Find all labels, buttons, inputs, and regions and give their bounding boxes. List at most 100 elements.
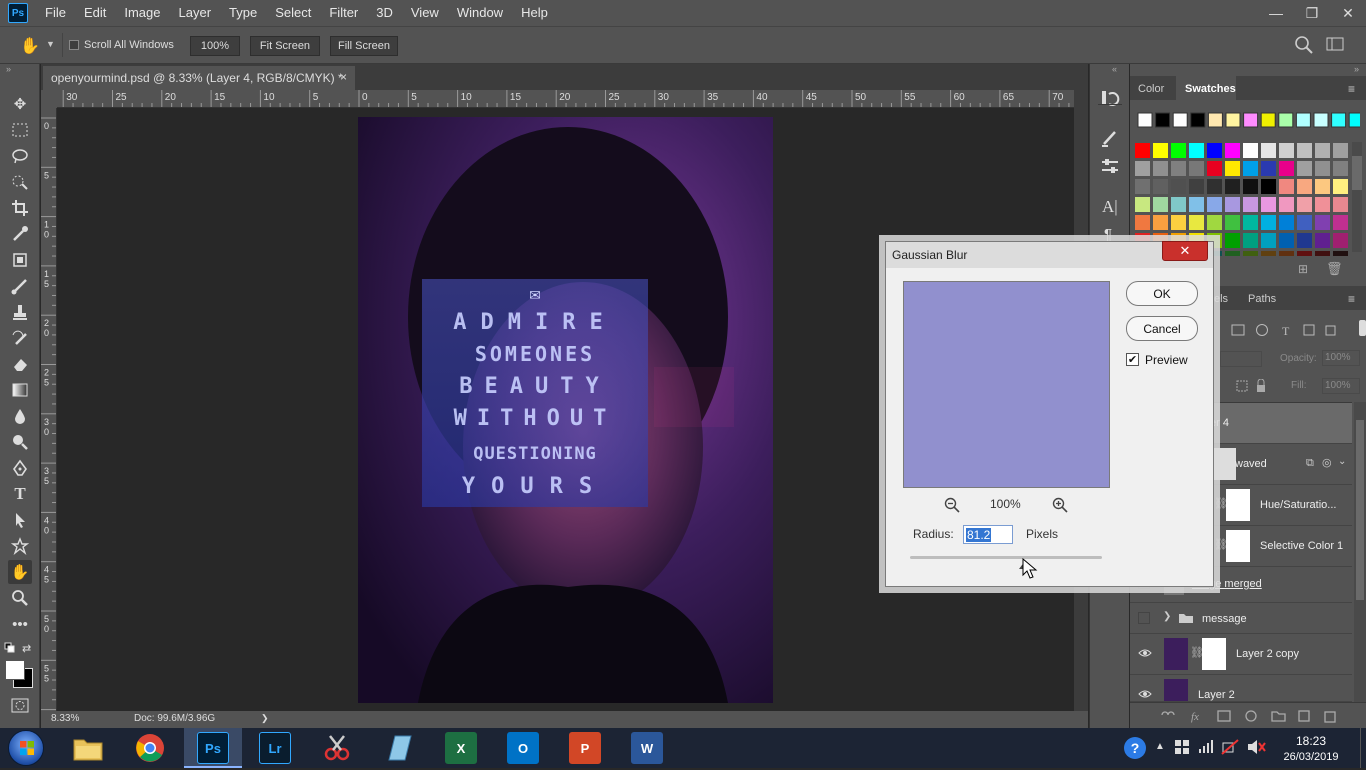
swatch[interactable] xyxy=(1279,161,1294,176)
layer-row-layer2[interactable]: Layer 2 xyxy=(1130,675,1352,702)
swatch[interactable] xyxy=(1171,143,1186,158)
expand-group-icon[interactable]: ❯ xyxy=(1163,611,1171,622)
menu-select[interactable]: Select xyxy=(266,0,320,26)
swatch[interactable] xyxy=(1207,112,1223,128)
ok-button[interactable]: OK xyxy=(1126,281,1198,306)
collapse-panels-icon[interactable]: » xyxy=(1354,64,1359,74)
swatch[interactable] xyxy=(1189,179,1204,194)
swatch[interactable] xyxy=(1279,215,1294,230)
swatch[interactable] xyxy=(1243,251,1258,256)
swatch[interactable] xyxy=(1135,179,1150,194)
swatch[interactable] xyxy=(1279,251,1294,256)
swatch[interactable] xyxy=(1297,179,1312,194)
swatch[interactable] xyxy=(1153,143,1168,158)
panel-menu-icon[interactable]: ≡ xyxy=(1348,82,1355,96)
menu-filter[interactable]: Filter xyxy=(320,0,367,26)
shape-tool-icon[interactable] xyxy=(8,534,32,558)
swatch[interactable] xyxy=(1315,215,1330,230)
swatch[interactable] xyxy=(1171,179,1186,194)
crop-tool-icon[interactable] xyxy=(8,196,32,220)
pen-tool-icon[interactable] xyxy=(8,456,32,480)
swatch[interactable] xyxy=(1207,215,1222,230)
network-icon[interactable] xyxy=(1174,739,1190,758)
swatch[interactable] xyxy=(1297,161,1312,176)
marquee-tool-icon[interactable] xyxy=(8,118,32,142)
swatch[interactable] xyxy=(1207,143,1222,158)
hand-tool-icon[interactable]: ✋ xyxy=(20,36,40,56)
swatch[interactable] xyxy=(1297,251,1312,256)
layers-scrollbar[interactable] xyxy=(1354,402,1366,702)
swatch[interactable] xyxy=(1225,143,1240,158)
swap-colors-icon[interactable]: ⇄ xyxy=(22,642,31,655)
cancel-button[interactable]: Cancel xyxy=(1126,316,1198,341)
menu-view[interactable]: View xyxy=(402,0,448,26)
swatch[interactable] xyxy=(1297,233,1312,248)
preview-checkbox[interactable]: ✔ xyxy=(1126,353,1139,366)
swatches-scrollbar[interactable] xyxy=(1352,142,1362,252)
fit-screen-button[interactable]: Fit Screen xyxy=(250,36,320,56)
clock-time[interactable]: 18:23 xyxy=(1279,734,1343,748)
gradient-tool-icon[interactable] xyxy=(8,378,32,402)
dodge-tool-icon[interactable] xyxy=(8,430,32,454)
layer-filter-toggle[interactable] xyxy=(1359,320,1366,336)
opacity-input[interactable]: 100% xyxy=(1322,350,1360,366)
lightroom-taskbar-icon[interactable]: Lr xyxy=(259,732,291,764)
close-window-button[interactable]: ✕ xyxy=(1330,0,1366,26)
swatch[interactable] xyxy=(1333,143,1348,158)
lasso-tool-icon[interactable] xyxy=(8,144,32,168)
swatch[interactable] xyxy=(1171,197,1186,212)
volume-muted-icon[interactable] xyxy=(1246,739,1266,758)
menu-file[interactable]: File xyxy=(36,0,75,26)
swatch[interactable] xyxy=(1189,161,1204,176)
swatch[interactable] xyxy=(1261,179,1276,194)
document-image[interactable]: ✉ ADMIRE SOMEONES BEAUTY WITHOUT QUESTIO… xyxy=(358,117,773,703)
maximize-button[interactable]: ❐ xyxy=(1294,0,1330,26)
swatch[interactable] xyxy=(1333,215,1348,230)
search-icon[interactable] xyxy=(1294,35,1314,58)
outlook-taskbar-icon[interactable]: O xyxy=(507,732,539,764)
swatch[interactable] xyxy=(1333,251,1348,256)
swatch[interactable] xyxy=(1155,112,1171,128)
swatch[interactable] xyxy=(1135,197,1150,212)
eyedropper-tool-icon[interactable] xyxy=(8,222,32,246)
swatch[interactable] xyxy=(1243,215,1258,230)
fill-screen-button[interactable]: Fill Screen xyxy=(330,36,398,56)
foreground-color-swatch[interactable] xyxy=(5,660,25,680)
swatch[interactable] xyxy=(1243,161,1258,176)
path-select-tool-icon[interactable] xyxy=(8,508,32,532)
swatch[interactable] xyxy=(1243,197,1258,212)
layer-row-message-group[interactable]: ❯ message xyxy=(1130,603,1352,634)
swatch[interactable] xyxy=(1333,161,1348,176)
swatch[interactable] xyxy=(1315,143,1330,158)
swatch[interactable] xyxy=(1153,179,1168,194)
zoom-100-button[interactable]: 100% xyxy=(190,36,240,56)
swatch[interactable] xyxy=(1279,197,1294,212)
swatch[interactable] xyxy=(1207,179,1222,194)
swatch[interactable] xyxy=(1297,197,1312,212)
swatch[interactable] xyxy=(1153,215,1168,230)
excel-taskbar-icon[interactable]: X xyxy=(445,732,477,764)
swatch[interactable] xyxy=(1225,197,1240,212)
brush-tool-icon[interactable] xyxy=(8,274,32,298)
blend-mode-select[interactable] xyxy=(1220,351,1262,367)
swatch[interactable] xyxy=(1189,143,1204,158)
zoom-in-icon[interactable] xyxy=(1052,497,1068,516)
swatch[interactable] xyxy=(1135,161,1150,176)
delete-swatch-icon[interactable]: 🗑 xyxy=(1326,261,1343,277)
zoom-level[interactable]: 8.33% xyxy=(51,713,79,724)
powerpoint-taskbar-icon[interactable]: P xyxy=(569,732,601,764)
brush-settings-icon[interactable] xyxy=(1100,128,1120,151)
menu-3d[interactable]: 3D xyxy=(367,0,402,26)
swatch[interactable] xyxy=(1297,143,1312,158)
swatches-grid[interactable] xyxy=(1134,110,1360,256)
close-tab-icon[interactable]: × xyxy=(340,70,347,84)
swatch[interactable] xyxy=(1315,161,1330,176)
workspace-icon[interactable] xyxy=(1326,36,1344,55)
notepad-taskbar-icon[interactable] xyxy=(383,732,415,764)
menu-image[interactable]: Image xyxy=(115,0,169,26)
swatch[interactable] xyxy=(1261,251,1276,256)
chevron-down-icon[interactable]: ▼ xyxy=(46,39,55,49)
zoom-out-icon[interactable] xyxy=(944,497,960,516)
signal-icon[interactable] xyxy=(1198,738,1214,757)
show-desktop-button[interactable] xyxy=(1360,728,1366,768)
